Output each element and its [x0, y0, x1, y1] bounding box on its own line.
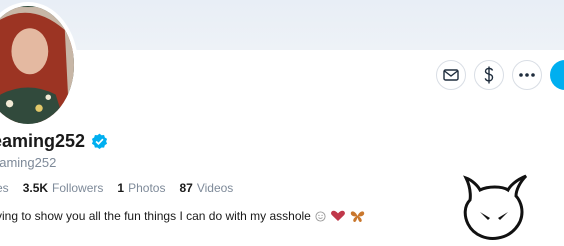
profile-cover	[0, 0, 564, 50]
watermark-logo-icon	[463, 174, 528, 240]
smile-icon	[315, 210, 326, 222]
send-tip-button[interactable]	[474, 60, 504, 90]
bio-text: rying to show you all the fun things I c…	[0, 209, 311, 223]
dollar-icon	[484, 66, 494, 84]
verified-badge-icon	[91, 133, 108, 149]
profile-stats: es 3.5KFollowers 1Photos 87Videos	[0, 181, 247, 195]
stat-followers: 3.5K Followers	[22, 181, 104, 195]
more-dots-icon	[519, 73, 535, 77]
stat-videos[interactable]: 87 Videos	[179, 181, 233, 195]
profile-name-row: eaming252	[0, 131, 108, 152]
stat-photos[interactable]: 1 Photos	[117, 181, 165, 195]
profile-handle: eaming252	[0, 155, 57, 170]
envelope-icon	[443, 69, 459, 81]
stat-likes: es	[0, 181, 9, 195]
profile-bio: rying to show you all the fun things I c…	[0, 209, 365, 223]
more-options-button[interactable]	[512, 60, 542, 90]
profile-name: eaming252	[0, 131, 86, 151]
butterfly-icon	[350, 210, 365, 222]
subscribe-button[interactable]	[550, 60, 564, 90]
message-button[interactable]	[436, 60, 466, 90]
heart-lips-icon	[330, 210, 345, 221]
avatar-photo	[0, 7, 74, 123]
